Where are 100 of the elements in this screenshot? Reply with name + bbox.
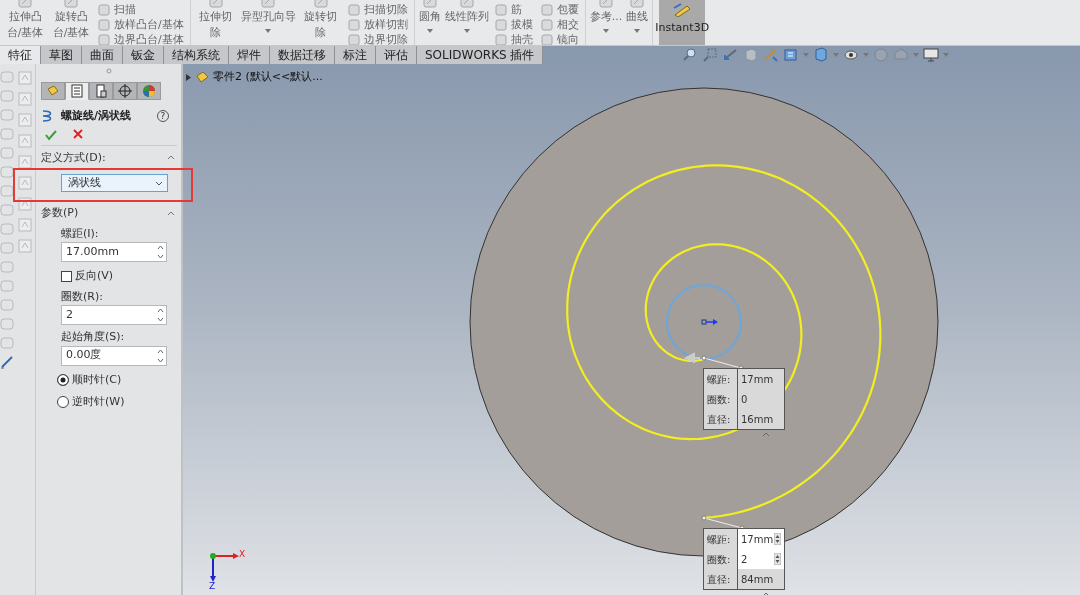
dimxpert-icon	[117, 83, 133, 99]
tab[interactable]: SOLIDWORKS 插件	[417, 46, 544, 64]
ribbon-button[interactable]: 相交	[540, 17, 579, 32]
tool-icon	[16, 154, 33, 170]
tool-icon	[347, 3, 360, 16]
callout-label: 直径:	[704, 569, 738, 589]
number-field[interactable]: 2	[61, 305, 167, 325]
ruler-icon	[673, 2, 692, 17]
tab[interactable]: 数据迁移	[270, 46, 335, 64]
checkbox[interactable]: 反向(V)	[61, 268, 177, 285]
spinner-icon[interactable]	[774, 553, 781, 565]
spinner-icon[interactable]	[157, 245, 164, 259]
ribbon-button[interactable]: 旋转凸台/基体	[48, 0, 94, 45]
ribbon-button[interactable]: 抽壳	[494, 32, 533, 45]
tool-icon	[98, 18, 110, 31]
expand-caret-icon[interactable]	[186, 73, 191, 81]
radio-button[interactable]: 逆时针(W)	[57, 394, 177, 411]
wand-icon[interactable]	[763, 47, 780, 63]
tool-icon	[16, 91, 33, 107]
panel-tab[interactable]	[65, 82, 89, 100]
callout-value: 16mm	[741, 412, 774, 427]
caret-icon[interactable]	[833, 53, 840, 57]
number-field[interactable]: 17.00mm	[61, 242, 167, 262]
ribbon-button[interactable]: 拉伸凸台/基体	[2, 0, 48, 45]
callout-value: 0	[741, 392, 748, 407]
tool-icon	[98, 33, 110, 45]
tool-icon	[16, 217, 33, 233]
axis-triad-drawing	[210, 553, 239, 582]
ribbon-button[interactable]: 边界凸台/基体	[98, 32, 184, 45]
ribbon-button[interactable]: 拉伸切除	[192, 0, 239, 45]
tool-icon	[540, 18, 553, 31]
tab[interactable]: 草图	[41, 46, 82, 64]
close-icon[interactable]	[73, 128, 83, 139]
panel-tab[interactable]	[89, 82, 113, 100]
caret-icon[interactable]	[863, 53, 870, 57]
eye-icon[interactable]	[843, 47, 860, 63]
tool-icon	[347, 33, 360, 45]
monitor-icon[interactable]	[923, 47, 940, 63]
field-label: 螺距(I):	[61, 225, 100, 242]
tool-icon	[16, 175, 33, 191]
field-label: 圈数(R):	[61, 288, 104, 305]
section-title: 参数(P)	[41, 205, 79, 221]
tab[interactable]: 曲面	[82, 46, 123, 64]
radio-button[interactable]: 顺时针(C)	[57, 371, 177, 388]
ribbon-button[interactable]: 包覆	[540, 2, 579, 17]
callout-label: 圈数:	[704, 389, 738, 409]
callout-value: 84mm	[741, 572, 774, 587]
tab[interactable]: 评估	[376, 46, 417, 64]
tab[interactable]: 标注	[335, 46, 376, 64]
number-field[interactable]: 0.00度	[61, 345, 167, 366]
collapse-caret-icon[interactable]	[762, 432, 770, 437]
ribbon-button[interactable]: 放样凸台/基体	[98, 17, 184, 32]
ribbon-button[interactable]: 筋	[494, 2, 533, 17]
ribbon-button[interactable]: 参考...	[587, 0, 625, 45]
pencil-icon	[0, 355, 14, 369]
field-label: 起始角度(S):	[61, 329, 126, 345]
ribbon-button[interactable]: 放样切割	[347, 17, 408, 32]
ribbon-button[interactable]: 扫描	[98, 2, 184, 17]
origin-icon	[701, 319, 718, 325]
magnifier-icon[interactable]	[703, 47, 720, 63]
tab[interactable]: 特征	[0, 46, 41, 64]
callout-label: 直径:	[704, 409, 738, 429]
collapse-icon[interactable]	[167, 155, 175, 161]
tool-icon	[494, 33, 507, 45]
spinner-icon[interactable]	[157, 348, 164, 363]
spinner-icon[interactable]	[157, 308, 164, 322]
chevron-icon	[155, 180, 163, 186]
panel-tab[interactable]	[137, 82, 161, 100]
ribbon-button[interactable]: 线性阵列	[442, 0, 491, 45]
spinner-icon[interactable]	[774, 533, 781, 545]
caret-icon[interactable]	[913, 53, 920, 57]
axis-label: Z	[209, 580, 216, 593]
ribbon-button[interactable]: 镜向	[540, 32, 579, 45]
check-icon[interactable]	[45, 128, 57, 141]
panel-tab[interactable]	[41, 82, 65, 100]
ribbon-button[interactable]: 圆角	[416, 0, 443, 45]
panel-title: 螺旋线/涡状线	[61, 108, 132, 124]
config-icon	[93, 83, 109, 99]
ribbon-button[interactable]: 旋转切除	[297, 0, 344, 45]
ribbon-button[interactable]: 扫描切除	[347, 2, 408, 17]
tab[interactable]: 焊件	[229, 46, 270, 64]
ribbon-button[interactable]: 曲线	[624, 0, 651, 45]
tool-icon	[16, 238, 33, 254]
caret-icon[interactable]	[803, 53, 810, 57]
callout-value[interactable]: 2	[741, 551, 748, 567]
ribbon-button[interactable]: 边界切除	[347, 32, 408, 45]
tool-icon	[16, 112, 33, 128]
tab[interactable]: 钣金	[123, 46, 164, 64]
ribbon-button[interactable]: 拔模	[494, 17, 533, 32]
dropdown-field[interactable]: 涡状线	[61, 174, 168, 192]
tool-icon	[16, 70, 33, 86]
tool-icon	[16, 133, 33, 149]
tool-icon	[494, 3, 507, 16]
caret-icon[interactable]	[943, 53, 950, 57]
callout-value: 17mm	[741, 372, 774, 387]
panel-tab[interactable]	[113, 82, 137, 100]
ribbon-button[interactable]: 异型孔向导	[238, 0, 298, 45]
tree-item-label[interactable]: 零件2 (默认<<默认...	[213, 69, 323, 86]
tab[interactable]: 结构系统	[164, 46, 229, 64]
collapse-icon[interactable]	[167, 210, 175, 216]
